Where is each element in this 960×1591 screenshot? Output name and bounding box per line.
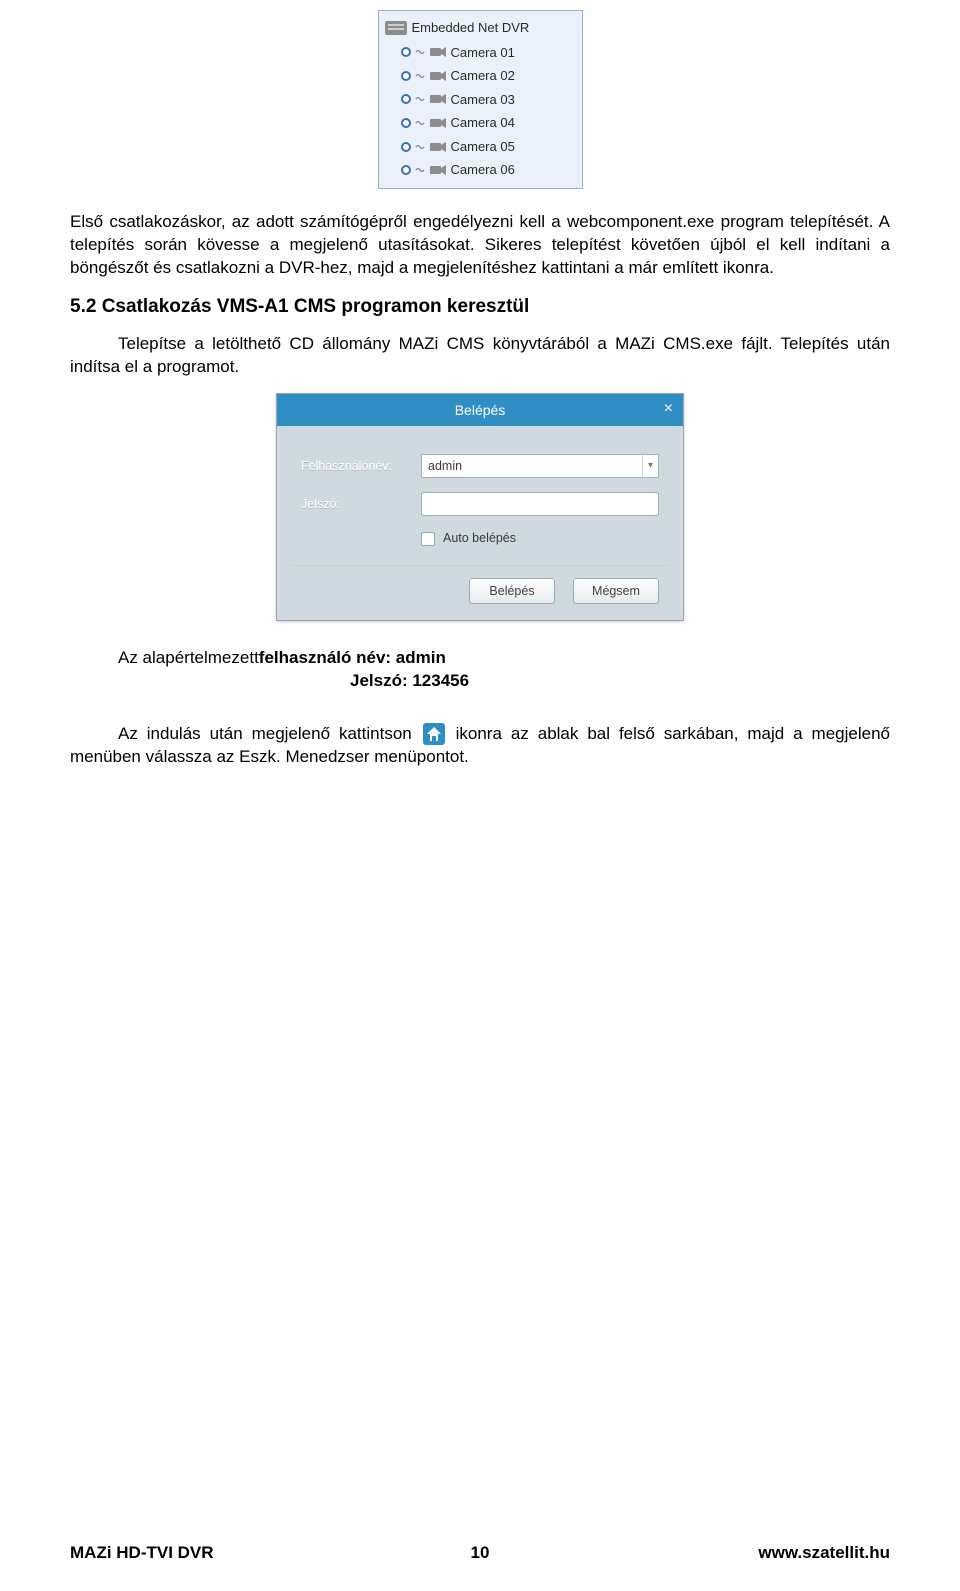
login-button-row: Belépés Mégsem: [291, 565, 669, 604]
tree-item-label: Camera 01: [451, 44, 515, 62]
record-dot-icon: [401, 165, 411, 175]
tree-root[interactable]: Embedded Net DVR: [383, 17, 578, 41]
auto-login-checkbox[interactable]: [421, 532, 435, 546]
cancel-button[interactable]: Mégsem: [573, 578, 659, 604]
record-dot-icon: [401, 47, 411, 57]
login-titlebar: Belépés ×: [277, 394, 683, 426]
home-icon: [423, 723, 445, 745]
login-row-username: Felhasználónév: admin ▾: [301, 454, 659, 478]
record-dot-icon: [401, 118, 411, 128]
tree-root-label: Embedded Net DVR: [412, 19, 530, 37]
login-title: Belépés: [455, 401, 506, 420]
tree-item-camera[interactable]: Camera 03: [383, 88, 578, 112]
camera-icon: [429, 46, 447, 58]
footer-left: MAZi HD-TVI DVR: [70, 1542, 214, 1565]
tree-item-camera[interactable]: Camera 06: [383, 158, 578, 182]
auto-login-row: Auto belépés: [421, 530, 659, 547]
body-paragraph: Telepítse a letölthető CD állomány MAZi …: [70, 333, 890, 379]
body-paragraph: Az indulás után megjelenő kattintson iko…: [70, 723, 890, 769]
cred-user-bold: felhasználó név: admin: [259, 647, 446, 670]
section-heading-5-2: 5.2 Csatlakozás VMS-A1 CMS programon ker…: [70, 294, 890, 320]
login-row-password: Jelszó:: [301, 492, 659, 516]
dvr-icon: [385, 21, 407, 35]
login-button[interactable]: Belépés: [469, 578, 555, 604]
credentials-pass-line: Jelszó: 123456: [350, 670, 890, 693]
camera-icon: [429, 164, 447, 176]
para3-a: Az indulás után megjelenő kattintson: [118, 724, 421, 743]
password-input[interactable]: [421, 492, 659, 516]
link-icon: [415, 165, 425, 175]
close-icon[interactable]: ×: [664, 401, 673, 417]
credentials-user-line: Az alapértelmezett felhasználó név: admi…: [118, 647, 890, 670]
cred-pass-bold: Jelszó: 123456: [350, 670, 469, 693]
login-body: Felhasználónév: admin ▾ Jelszó: Auto bel…: [277, 426, 683, 620]
link-icon: [415, 142, 425, 152]
login-dialog-figure: Belépés × Felhasználónév: admin ▾ Jelszó…: [70, 393, 890, 621]
tree-item-camera[interactable]: Camera 02: [383, 64, 578, 88]
tree-item-camera[interactable]: Camera 01: [383, 41, 578, 65]
cred-text: Az alapértelmezett: [118, 647, 259, 670]
default-credentials: Az alapértelmezett felhasználó név: admi…: [118, 647, 890, 693]
page-footer: MAZi HD-TVI DVR 10 www.szatellit.hu: [70, 1542, 890, 1565]
camera-icon: [429, 117, 447, 129]
link-icon: [415, 47, 425, 57]
link-icon: [415, 71, 425, 81]
chevron-down-icon[interactable]: ▾: [642, 455, 658, 477]
camera-icon: [429, 70, 447, 82]
tree-item-label: Camera 05: [451, 138, 515, 156]
username-label: Felhasználónév:: [301, 458, 421, 475]
auto-login-label: Auto belépés: [443, 530, 516, 547]
camera-tree-panel: Embedded Net DVR Camera 01 Camera 02 Cam…: [378, 10, 583, 189]
record-dot-icon: [401, 71, 411, 81]
tree-item-label: Camera 02: [451, 67, 515, 85]
tree-item-camera[interactable]: Camera 04: [383, 111, 578, 135]
tree-item-label: Camera 03: [451, 91, 515, 109]
login-dialog: Belépés × Felhasználónév: admin ▾ Jelszó…: [276, 393, 684, 621]
username-value: admin: [428, 458, 462, 475]
record-dot-icon: [401, 94, 411, 104]
link-icon: [415, 118, 425, 128]
camera-icon: [429, 93, 447, 105]
tree-item-label: Camera 06: [451, 161, 515, 179]
footer-right: www.szatellit.hu: [758, 1542, 890, 1565]
tree-item-label: Camera 04: [451, 114, 515, 132]
camera-icon: [429, 141, 447, 153]
tree-item-camera[interactable]: Camera 05: [383, 135, 578, 159]
link-icon: [415, 94, 425, 104]
password-label: Jelszó:: [301, 496, 421, 513]
username-input[interactable]: admin ▾: [421, 454, 659, 478]
record-dot-icon: [401, 142, 411, 152]
camera-tree-figure: Embedded Net DVR Camera 01 Camera 02 Cam…: [70, 10, 890, 189]
body-paragraph: Első csatlakozáskor, az adott számítógép…: [70, 211, 890, 280]
